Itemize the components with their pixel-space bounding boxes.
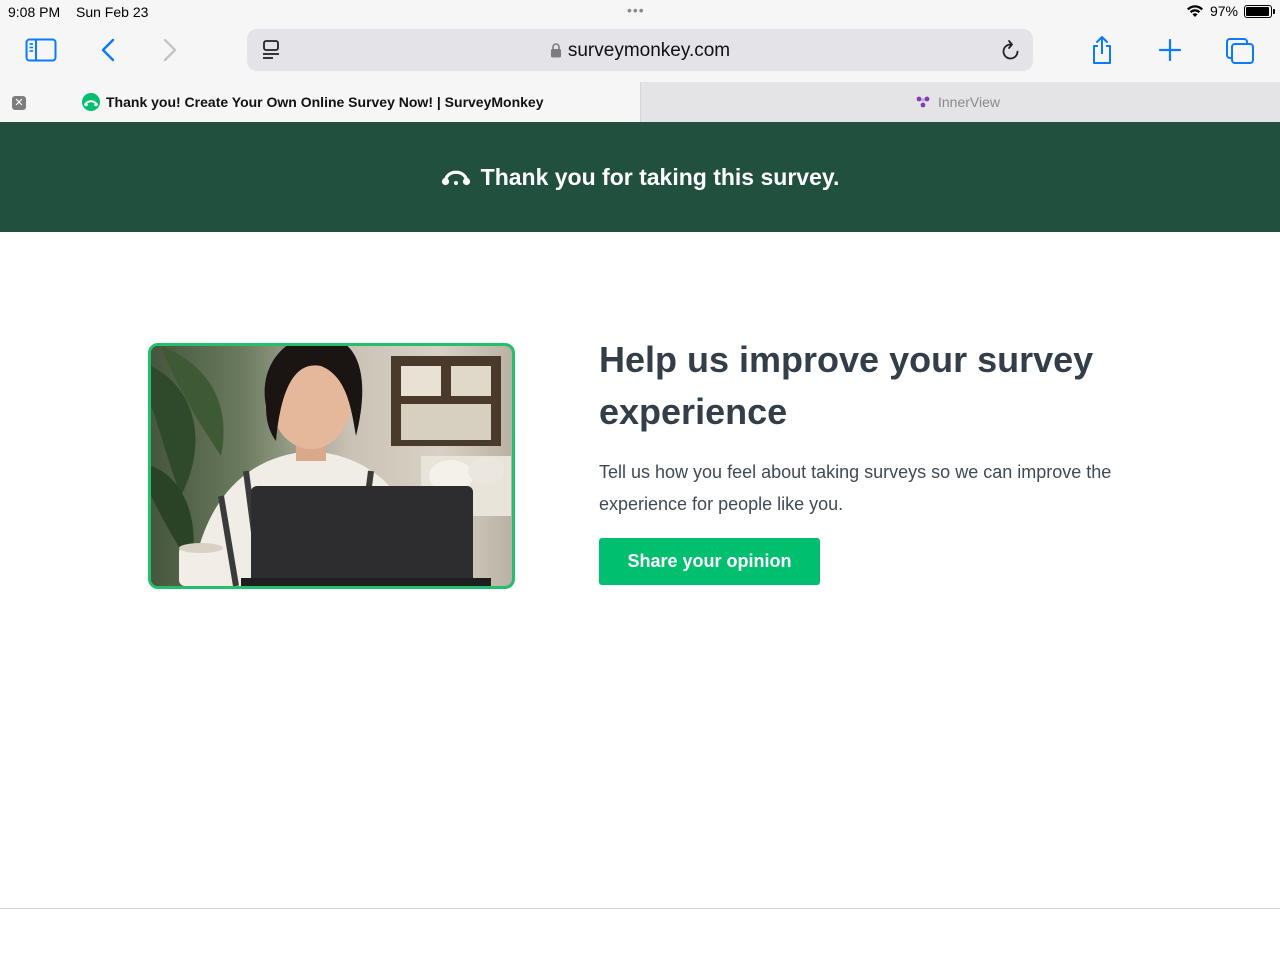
reload-button[interactable] [999,38,1023,62]
tabs-overview-button[interactable] [1224,36,1256,66]
new-tab-button[interactable] [1156,36,1184,64]
battery-icon [1244,4,1275,18]
photo-illustration [151,346,511,586]
promo-headline: Help us improve your survey experience [599,339,1094,432]
back-button[interactable] [96,36,120,64]
sidebar-icon [25,38,57,62]
surveymonkey-logo-icon [441,170,470,186]
chevron-right-icon [163,38,177,62]
footer-divider [0,908,1280,909]
status-right: 97% [1186,3,1275,19]
lock-icon [550,43,561,58]
photo-background [151,346,512,586]
url-text: surveymonkey.com [567,40,731,61]
share-button[interactable] [1088,34,1116,66]
tab-surveymonkey[interactable]: ✕ Thank you! Create Your Own Online Surv… [0,82,640,122]
sidebar-toggle-button[interactable] [24,36,58,64]
share-icon [1093,36,1111,64]
innerview-favicon-icon [916,96,930,108]
tab-title: Thank you! Create Your Own Online Survey… [106,94,544,110]
tab-close-button[interactable]: ✕ [12,96,26,110]
tab-bar: ✕ Thank you! Create Your Own Online Surv… [0,82,1280,122]
banner-title: Thank you for taking this survey. [480,163,840,190]
reload-icon [1002,40,1019,60]
surveymonkey-favicon-icon [82,93,100,111]
forward-button[interactable] [158,36,182,64]
status-time: 9:08 PM [8,4,61,20]
address-bar[interactable]: surveymonkey.com [247,29,1033,71]
promo-image [148,343,515,589]
promo-description: Tell us how you feel about taking survey… [599,462,1112,514]
multitasking-dots-icon[interactable]: ••• [627,2,645,18]
plus-icon [1158,38,1182,62]
tab-innerview[interactable]: InnerView [640,82,1280,122]
browser-toolbar: surveymonkey.com [0,24,1280,82]
battery-percent: 97% [1209,3,1238,19]
tab-title: InnerView [938,94,1001,110]
chevron-left-icon [101,38,115,62]
thank-you-banner: Thank you for taking this survey. [0,122,1280,232]
tabs-icon [1226,38,1254,64]
share-opinion-button[interactable]: Share your opinion [599,538,820,585]
url-display: surveymonkey.com [247,40,1033,62]
status-date: Sun Feb 23 [76,4,149,20]
status-bar: 9:08 PM Sun Feb 23 ••• 97% [0,0,1280,24]
wifi-icon [1186,5,1203,17]
